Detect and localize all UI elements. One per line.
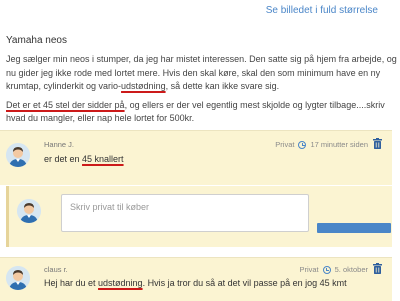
comment-meta: Privat 17 minutter siden: [275, 140, 368, 149]
comment-item: Hanne J. Privat 17 minutter siden er det…: [0, 130, 392, 185]
comment-item: claus r. Privat 5. oktober Hej har du et…: [0, 257, 392, 301]
comment-text-part: er det en: [44, 154, 83, 164]
clock-icon: [322, 265, 331, 274]
send-button[interactable]: [317, 223, 391, 233]
comment-author[interactable]: claus r.: [44, 265, 68, 274]
highlighted-phrase: 45 knallert: [82, 154, 124, 164]
comment-author[interactable]: Hanne J.: [44, 140, 74, 149]
highlighted-word: udstødning: [98, 278, 143, 288]
comment-text: er det en 45 knallert: [44, 154, 124, 164]
comment-time: 17 minutter siden: [310, 140, 368, 149]
post-paragraph-2: Det er et 45 stel der sidder på, og elle…: [6, 99, 398, 126]
person-avatar-icon: [17, 199, 41, 223]
comment-text-end: . Hvis ja tror du så at det vil passe på…: [142, 278, 347, 288]
trash-icon[interactable]: [373, 138, 382, 149]
clock-icon: [298, 140, 307, 149]
comment-time: 5. oktober: [334, 265, 368, 274]
full-size-image-link[interactable]: Se billedet i fuld størrelse: [266, 5, 378, 16]
highlighted-phrase: Det er et 45 stel der sidder på: [6, 99, 125, 110]
trash-icon[interactable]: [373, 263, 382, 274]
post-paragraph-1: Jeg sælger min neos i stumper, da jeg ha…: [6, 53, 398, 94]
post-title: Yamaha neos: [6, 35, 67, 46]
post-description: Jeg sælger min neos i stumper, da jeg ha…: [6, 53, 398, 131]
comment-text: Hej har du et udstødning. Hvis ja tror d…: [44, 278, 347, 288]
comment-text-part: Hej har du et: [44, 278, 99, 288]
highlighted-word: udstødning: [121, 81, 166, 91]
post-paragraph-1-end: , så dette kan ikke svare sig.: [165, 81, 280, 91]
private-message-input[interactable]: [61, 194, 309, 232]
comment-visibility: Privat: [275, 140, 295, 149]
comment-visibility: Privat: [299, 265, 319, 274]
person-avatar-icon: [6, 266, 30, 290]
private-reply-box: [6, 186, 392, 247]
comment-meta: Privat 5. oktober: [299, 265, 368, 274]
person-avatar-icon: [6, 143, 30, 167]
